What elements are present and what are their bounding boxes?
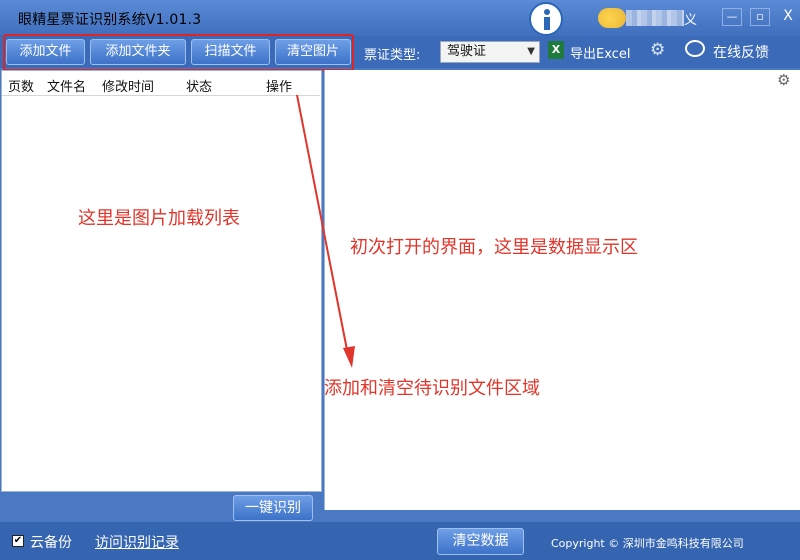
right-bottom-bar (324, 510, 800, 522)
annotation-arrow (296, 94, 355, 368)
recognize-all-button[interactable]: 一键识别 (233, 495, 313, 521)
history-link[interactable]: 访问识别记录 (95, 532, 179, 552)
copyright-text: Copyright © 深圳市金鸣科技有限公司 (551, 537, 744, 550)
clear-data-button[interactable]: 清空数据 (437, 528, 524, 555)
cloud-backup-checkbox[interactable]: ✔ (12, 535, 24, 547)
cloud-backup-label[interactable]: 云备份 (30, 532, 72, 552)
